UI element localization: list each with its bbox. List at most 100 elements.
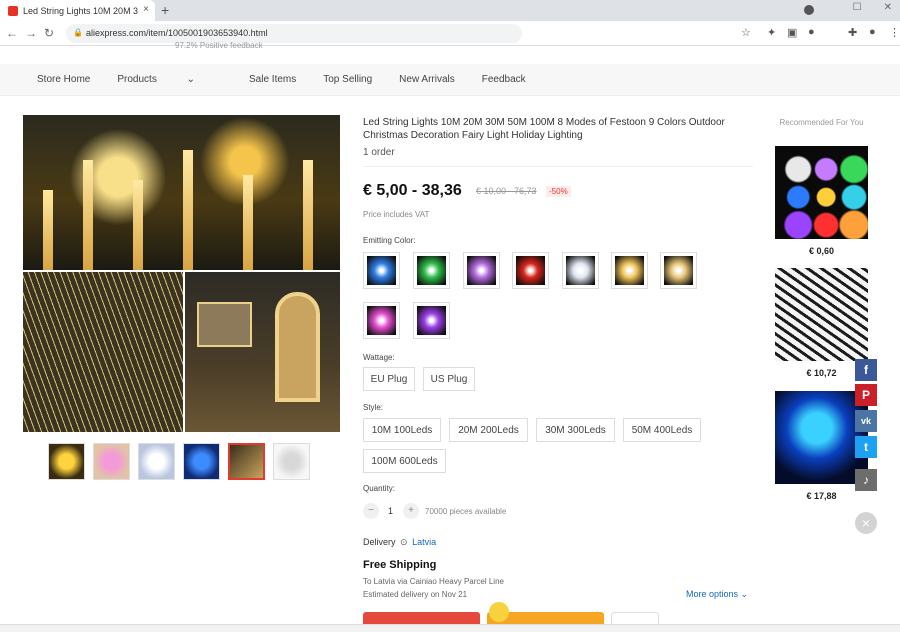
style-label: Style: bbox=[363, 403, 384, 412]
option-eu-plug[interactable]: EU Plug bbox=[363, 367, 415, 391]
new-tab-button[interactable]: + bbox=[161, 2, 169, 18]
horizontal-scrollbar[interactable] bbox=[0, 624, 900, 632]
option-50m-400leds[interactable]: 50M 400Leds bbox=[623, 418, 701, 442]
store-feedback: 97.2% Positive feedback bbox=[175, 41, 263, 50]
close-window-icon[interactable]: ✕ bbox=[884, 2, 892, 13]
tab-title: Led String Lights 10M 20M 30M bbox=[23, 5, 138, 16]
nav-store-home[interactable]: Store Home bbox=[37, 74, 90, 85]
color-swatch-multicolor[interactable] bbox=[463, 252, 500, 289]
nav-feedback[interactable]: Feedback bbox=[482, 74, 526, 85]
extensions-puzzle-icon[interactable]: ✚ bbox=[848, 26, 857, 39]
color-swatch-green[interactable] bbox=[413, 252, 450, 289]
chevron-down-icon: ⌄ bbox=[740, 589, 749, 599]
twitter-icon[interactable]: t bbox=[855, 436, 877, 458]
url-field[interactable]: 🔒 aliexpress.com/item/1005001903653940.h… bbox=[66, 24, 522, 43]
extension-globe-icon[interactable]: ● bbox=[808, 26, 815, 38]
tab-bar: Led String Lights 10M 20M 30M × + ☐ ✕ bbox=[0, 0, 900, 21]
swatch-image bbox=[516, 256, 545, 285]
option-100m-600leds[interactable]: 100M 600Leds bbox=[363, 449, 446, 473]
browser-tab[interactable]: Led String Lights 10M 20M 30M × bbox=[0, 0, 155, 21]
recommended-item-1-price: € 0,60 bbox=[808, 246, 835, 256]
swatch-image bbox=[467, 256, 496, 285]
quantity-value[interactable]: 1 bbox=[388, 506, 393, 516]
tiktok-icon[interactable]: ♪ bbox=[855, 469, 877, 491]
nav-top-selling[interactable]: Top Selling bbox=[323, 74, 372, 85]
vk-icon[interactable]: vk bbox=[855, 410, 877, 432]
main-product-image[interactable] bbox=[23, 115, 340, 432]
color-swatch-yellow[interactable] bbox=[660, 252, 697, 289]
image-house-lights bbox=[185, 272, 340, 432]
store-nav: Store Home Products ⌄ Sale Items Top Sel… bbox=[0, 64, 900, 96]
thumbnail-5-active[interactable] bbox=[228, 443, 265, 480]
record-icon[interactable] bbox=[804, 5, 814, 15]
swatch-image bbox=[417, 306, 446, 335]
swatch-image bbox=[615, 256, 644, 285]
color-swatch-blue[interactable] bbox=[363, 252, 400, 289]
thumbnail-2[interactable] bbox=[93, 443, 130, 480]
more-options-label: More options bbox=[686, 589, 739, 599]
address-bar: ← → ↻ 🔒 aliexpress.com/item/100500190365… bbox=[0, 21, 900, 46]
recommended-item-1-image[interactable] bbox=[775, 146, 868, 239]
extension-pin-icon[interactable]: ✦ bbox=[767, 26, 776, 39]
swatch-image bbox=[367, 256, 396, 285]
bookmark-star-icon[interactable]: ☆ bbox=[741, 26, 751, 39]
thumbnail-4[interactable] bbox=[183, 443, 220, 480]
coin-icon bbox=[489, 602, 509, 622]
reload-icon[interactable]: ↻ bbox=[44, 26, 54, 40]
option-10m-100leds[interactable]: 10M 100Leds bbox=[363, 418, 441, 442]
stock-available: 70000 pieces available bbox=[425, 507, 507, 516]
vat-note: Price includes VAT bbox=[363, 210, 430, 219]
shipping-eta: Estimated delivery on Nov 21 bbox=[363, 590, 468, 599]
nav-sale-items[interactable]: Sale Items bbox=[249, 74, 296, 85]
forward-icon[interactable]: → bbox=[25, 26, 37, 40]
free-shipping: Free Shipping bbox=[363, 559, 437, 571]
wattage-label: Wattage: bbox=[363, 353, 395, 362]
option-20m-200leds[interactable]: 20M 200Leds bbox=[449, 418, 528, 442]
tab-close-icon[interactable]: × bbox=[143, 4, 149, 15]
color-swatch-cool-white[interactable] bbox=[562, 252, 599, 289]
delivery-label: Delivery bbox=[363, 537, 396, 547]
swatch-image bbox=[566, 256, 595, 285]
image-curtain-lights bbox=[23, 272, 183, 432]
delivery-country-link[interactable]: Latvia bbox=[412, 537, 436, 547]
facebook-icon[interactable]: f bbox=[855, 359, 877, 381]
extension-icon[interactable]: ▣ bbox=[787, 26, 797, 39]
image-trees-lights bbox=[23, 115, 340, 270]
delivery-row: Delivery ⊙ Latvia bbox=[363, 537, 436, 548]
menu-kebab-icon[interactable]: ⋮ bbox=[889, 26, 900, 39]
chevron-down-icon: ⌄ bbox=[183, 74, 195, 85]
thumbnail-1[interactable] bbox=[48, 443, 85, 480]
location-pin-icon: ⊙ bbox=[400, 537, 408, 547]
swatch-image bbox=[417, 256, 446, 285]
close-share-icon[interactable]: × bbox=[855, 512, 877, 534]
price: € 5,00 - 38,36 bbox=[363, 182, 462, 199]
color-swatch-red[interactable] bbox=[512, 252, 549, 289]
thumbnail-3[interactable] bbox=[138, 443, 175, 480]
back-icon[interactable]: ← bbox=[6, 26, 18, 40]
nav-products[interactable]: Products ⌄ bbox=[117, 74, 222, 85]
more-options-link[interactable]: More options ⌄ bbox=[686, 589, 748, 600]
option-us-plug[interactable]: US Plug bbox=[423, 367, 475, 391]
recommended-title: Recommended For You bbox=[779, 118, 864, 127]
nav-products-label: Products bbox=[117, 74, 157, 85]
shipping-info: To Latvia via Cainiao Heavy Parcel Line … bbox=[363, 575, 504, 601]
emitting-color-label: Emitting Color: bbox=[363, 236, 416, 245]
thumbnail-6[interactable] bbox=[273, 443, 310, 480]
thumbnail-strip bbox=[48, 443, 310, 480]
swatch-image bbox=[367, 306, 396, 335]
color-swatch-pink[interactable] bbox=[363, 302, 400, 339]
maximize-icon[interactable]: ☐ bbox=[853, 2, 862, 13]
nav-new-arrivals[interactable]: New Arrivals bbox=[399, 74, 455, 85]
discount-badge: -50% bbox=[546, 186, 571, 197]
divider bbox=[363, 166, 753, 167]
recommended-item-2-image[interactable] bbox=[775, 268, 868, 361]
profile-icon[interactable]: ● bbox=[869, 26, 876, 38]
product-title: Led String Lights 10M 20M 30M 50M 100M 8… bbox=[363, 117, 725, 141]
color-swatch-warm-white[interactable] bbox=[611, 252, 648, 289]
url-text: aliexpress.com/item/1005001903653940.htm… bbox=[86, 28, 268, 38]
quantity-increase-button[interactable]: + bbox=[403, 503, 419, 519]
quantity-decrease-button[interactable]: − bbox=[363, 503, 379, 519]
pinterest-icon[interactable]: P bbox=[855, 384, 877, 406]
color-swatch-purple[interactable] bbox=[413, 302, 450, 339]
option-30m-300leds[interactable]: 30M 300Leds bbox=[536, 418, 615, 442]
